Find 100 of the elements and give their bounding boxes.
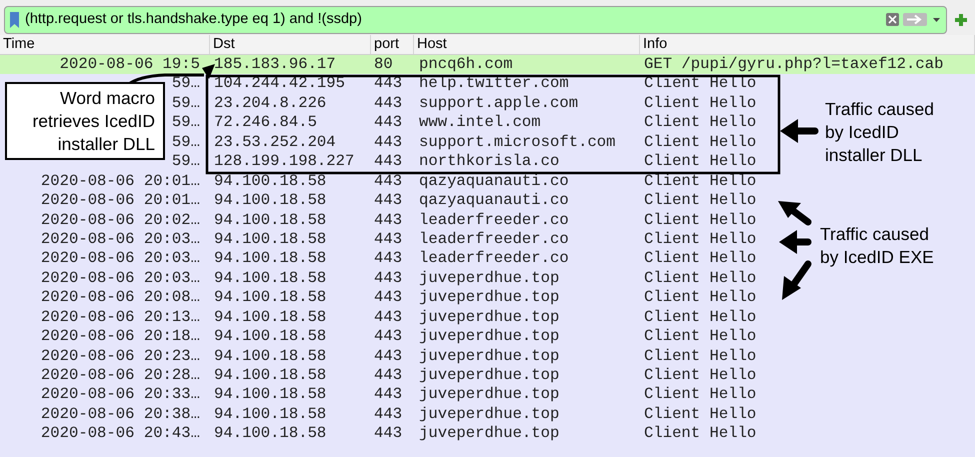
table-cell: juveperdhue.top bbox=[419, 308, 560, 326]
column-header[interactable]: Info bbox=[640, 35, 975, 54]
callout-tooltip: Word macro retrieves IcedID installer DLL bbox=[5, 82, 165, 160]
table-cell: leaderfreeder.co bbox=[419, 210, 569, 229]
table-cell: juveperdhue.top bbox=[419, 366, 560, 384]
table-cell: support.microsoft.com bbox=[419, 132, 616, 151]
table-cell: 443 bbox=[374, 346, 402, 365]
table-cell: www.intel.com bbox=[419, 113, 541, 132]
table-cell: 443 bbox=[374, 385, 402, 404]
table-cell: 185.183.96.17 bbox=[214, 55, 336, 74]
left-arrow bbox=[780, 119, 818, 143]
table-cell: Client Hello bbox=[644, 132, 756, 151]
table-cell: 2020-08-06 20:03… bbox=[40, 230, 200, 248]
table-cell: 443 bbox=[374, 210, 402, 229]
table-cell: 59… bbox=[172, 113, 200, 132]
table-cell: 443 bbox=[374, 230, 402, 248]
table-cell: 2020-08-06 20:33… bbox=[40, 385, 200, 404]
column-header[interactable]: Dst bbox=[210, 35, 371, 54]
table-cell: Client Hello bbox=[644, 385, 756, 404]
table-cell: 94.100.18.58 bbox=[214, 268, 326, 287]
table-cell: GET /pupi/gyru.php?l=taxef12.cab bbox=[644, 55, 944, 74]
table-cell: 2020-08-06 19:5 bbox=[60, 55, 200, 74]
table-cell: 94.100.18.58 bbox=[214, 404, 326, 423]
table-cell: 2020-08-06 20:23… bbox=[40, 346, 200, 365]
table-cell: 2020-08-06 20:01… bbox=[40, 191, 200, 210]
table-cell: Client Hello bbox=[644, 172, 756, 190]
table-cell: 2020-08-06 20:08… bbox=[40, 288, 200, 306]
table-cell: 72.246.84.5 bbox=[214, 113, 317, 132]
column-header[interactable]: Host bbox=[414, 35, 640, 54]
table-cell: 2020-08-06 20:01… bbox=[40, 172, 200, 190]
table-cell: Client Hello bbox=[644, 288, 756, 306]
column-header[interactable]: Time bbox=[0, 35, 210, 54]
table-cell: 94.100.18.58 bbox=[214, 366, 326, 384]
table-cell: juveperdhue.top bbox=[419, 404, 560, 423]
add-icon[interactable] bbox=[955, 14, 967, 26]
table-cell: 2020-08-06 20:03… bbox=[40, 268, 200, 287]
table-cell: 59… bbox=[172, 94, 200, 112]
table-cell: 23.53.252.204 bbox=[214, 132, 336, 151]
table-cell: 2020-08-06 20:38… bbox=[40, 404, 200, 423]
table-cell: Client Hello bbox=[644, 366, 756, 384]
down-left-arrow bbox=[782, 260, 812, 300]
table-cell: 443 bbox=[374, 172, 402, 190]
table-cell: pncq6h.com bbox=[419, 55, 513, 74]
table-cell: 2020-08-06 20:18… bbox=[40, 327, 200, 346]
dropdown-caret-icon[interactable] bbox=[933, 18, 940, 22]
bookmark-icon[interactable] bbox=[10, 12, 19, 28]
left-arrow bbox=[779, 230, 812, 254]
column-header[interactable]: port bbox=[371, 35, 414, 54]
table-cell: 2020-08-06 20:28… bbox=[40, 366, 200, 384]
table-cell: Client Hello bbox=[644, 268, 756, 287]
table-cell: juveperdhue.top bbox=[419, 424, 560, 442]
table-cell: Client Hello bbox=[644, 230, 756, 248]
table-cell: 128.199.198.227 bbox=[214, 152, 354, 170]
table-cell: 443 bbox=[374, 327, 402, 346]
table-cell: Client Hello bbox=[644, 113, 756, 132]
table-cell: 94.100.18.58 bbox=[214, 308, 326, 326]
table-cell: 443 bbox=[374, 132, 402, 151]
table-cell: 59… bbox=[172, 74, 200, 92]
table-cell: 443 bbox=[374, 249, 402, 268]
table-cell: 104.244.42.195 bbox=[214, 74, 346, 92]
table-cell: 2020-08-06 20:03… bbox=[40, 249, 200, 268]
table-cell: 443 bbox=[374, 308, 402, 326]
table-cell: qazyaquanauti.co bbox=[419, 191, 569, 210]
table-cell: Client Hello bbox=[644, 94, 756, 112]
table-cell: 94.100.18.58 bbox=[214, 210, 326, 229]
table-cell: leaderfreeder.co bbox=[419, 249, 569, 268]
table-cell: Client Hello bbox=[644, 249, 756, 268]
table-cell: juveperdhue.top bbox=[419, 327, 560, 346]
table-cell: 94.100.18.58 bbox=[214, 424, 326, 442]
table-cell: leaderfreeder.co bbox=[419, 230, 569, 248]
table-cell: 2020-08-06 20:13… bbox=[40, 308, 200, 326]
table-cell: 94.100.18.58 bbox=[214, 327, 326, 346]
table-cell: Client Hello bbox=[644, 191, 756, 210]
filter-field[interactable]: (http.request or tls.handshake.type eq 1) and !(ssdp) bbox=[4, 6, 947, 34]
table-cell: 59… bbox=[172, 152, 200, 170]
table-cell: 443 bbox=[374, 94, 402, 112]
table-cell: Client Hello bbox=[644, 404, 756, 423]
table-cell: 443 bbox=[374, 404, 402, 423]
table-cell: 94.100.18.58 bbox=[214, 249, 326, 268]
table-cell: Client Hello bbox=[644, 346, 756, 365]
table-cell: Client Hello bbox=[644, 74, 756, 92]
table-cell: 443 bbox=[374, 191, 402, 210]
table-cell: 2020-08-06 20:43… bbox=[40, 424, 200, 442]
table-cell: 94.100.18.58 bbox=[214, 385, 326, 404]
table-cell: 443 bbox=[374, 366, 402, 384]
table-cell: 94.100.18.58 bbox=[214, 230, 326, 248]
clear-icon[interactable] bbox=[886, 13, 899, 26]
table-cell: qazyaquanauti.co bbox=[419, 172, 569, 190]
table-cell: 59… bbox=[172, 132, 200, 151]
table-cell: juveperdhue.top bbox=[419, 268, 560, 287]
packet-row[interactable]: 2020-08-06 19:5 185.183.96.17 80 pncq6h.com GET /pupi/gyru.php?l=taxef12.cab bbox=[0, 55, 975, 74]
table-cell: 443 bbox=[374, 268, 402, 287]
table-cell: Client Hello bbox=[644, 424, 756, 442]
table-cell: 23.204.8.226 bbox=[214, 94, 326, 112]
table-cell: juveperdhue.top bbox=[419, 346, 560, 365]
table-cell: Client Hello bbox=[644, 308, 756, 326]
table-cell: Client Hello bbox=[644, 327, 756, 346]
table-cell: 443 bbox=[374, 288, 402, 306]
table-cell: 94.100.18.58 bbox=[214, 172, 326, 190]
table-cell: 443 bbox=[374, 424, 402, 442]
